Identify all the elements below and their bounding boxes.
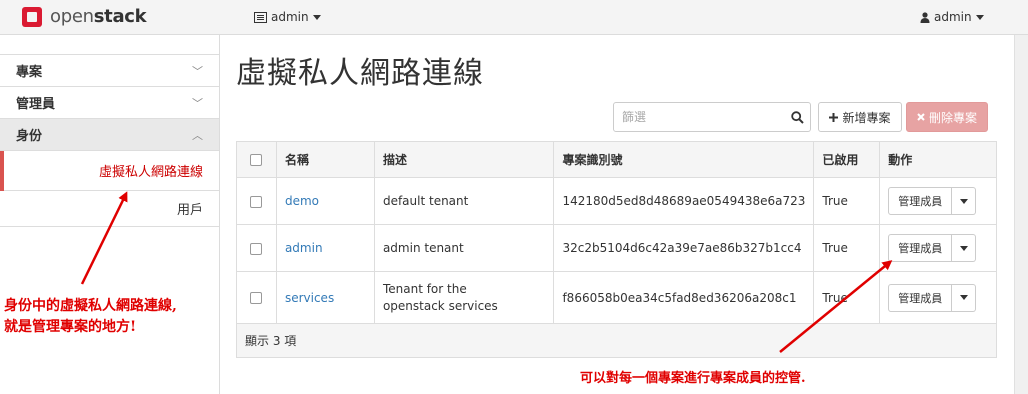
row-checkbox[interactable] <box>250 242 263 255</box>
project-description: admin tenant <box>373 224 555 272</box>
chevron-down-icon: ﹀ <box>192 96 203 110</box>
project-enabled: True <box>813 177 881 225</box>
table-row: services Tenant for the openstack servic… <box>236 271 997 324</box>
select-all-checkbox[interactable] <box>250 154 263 166</box>
filter-box <box>613 102 811 132</box>
create-project-label: 新增專案 <box>842 110 891 125</box>
sidebar-item-users[interactable]: 用戶 <box>0 191 219 227</box>
chevron-down-icon <box>312 14 321 20</box>
project-description: Tenant for the openstack services <box>373 271 555 324</box>
row-actions-dropdown[interactable] <box>952 234 977 262</box>
sidebar-section-label: 身份 <box>16 129 43 144</box>
table-row: admin admin tenant 32c2b5104d6c42a39e7ae… <box>236 224 997 272</box>
sidebar: 專案 ﹀ 管理員 ﹀ 身份 ︿ 虛擬私人網路連線 用戶 <box>0 35 220 394</box>
row-actions: 管理成員 <box>888 283 988 312</box>
project-id: f866058b0ea34c5fad8ed36206a208c1 <box>553 271 815 324</box>
delete-projects-button[interactable]: 刪除專案 <box>906 102 988 132</box>
table-footer-row: 顯示 3 項 <box>236 323 997 358</box>
project-description: default tenant <box>373 177 555 225</box>
annotation-left-line: 就是管理專案的地方! <box>4 319 137 335</box>
openstack-logo[interactable]: openstack <box>22 6 147 27</box>
chevron-down-icon <box>959 295 968 300</box>
row-actions: 管理成員 <box>888 234 988 262</box>
project-description-line: openstack services <box>382 298 498 313</box>
create-project-button[interactable]: 新增專案 <box>818 102 902 132</box>
project-name-link[interactable]: services <box>285 291 334 305</box>
manage-members-button[interactable]: 管理成員 <box>888 187 953 215</box>
project-list-icon <box>254 11 267 23</box>
manage-members-button[interactable]: 管理成員 <box>888 283 953 312</box>
annotation-right: 可以對每一個專案進行專案成員的控管. <box>580 371 806 386</box>
plus-icon <box>829 112 839 122</box>
sidebar-section-label: 管理員 <box>16 97 56 112</box>
project-description-line: Tenant for the <box>382 281 467 296</box>
table-item-count: 顯示 3 項 <box>236 323 997 358</box>
annotation-left-line: 身份中的虛擬私人網路連線, <box>4 298 177 314</box>
chevron-down-icon <box>959 245 968 251</box>
filter-input[interactable] <box>614 103 784 131</box>
table-row: demo default tenant 142180d5ed8d48689ae0… <box>236 177 997 225</box>
column-header-description[interactable]: 描述 <box>373 141 555 178</box>
delete-projects-label: 刪除專案 <box>928 110 977 125</box>
chevron-down-icon <box>975 14 984 20</box>
brand-prefix: open <box>50 6 94 27</box>
row-actions-dropdown[interactable] <box>952 283 977 312</box>
chevron-down-icon: ﹀ <box>192 64 203 78</box>
column-header-name[interactable]: 名稱 <box>275 141 375 178</box>
column-header-project-id[interactable]: 專案識別號 <box>553 141 815 178</box>
project-id: 32c2b5104d6c42a39e7ae86b327b1cc4 <box>553 224 815 272</box>
sidebar-item-label: 虛擬私人網路連線 <box>98 165 203 180</box>
sidebar-section-project[interactable]: 專案 ﹀ <box>0 55 219 87</box>
project-enabled: True <box>813 271 881 324</box>
top-navbar: openstack admin admin <box>0 0 1028 35</box>
openstack-logo-icon <box>22 6 42 27</box>
page-title: 虛擬私人網路連線 <box>236 56 484 91</box>
sidebar-section-admin[interactable]: 管理員 ﹀ <box>0 87 219 119</box>
table-header-row: 名稱 描述 專案識別號 已啟用 動作 <box>236 141 997 178</box>
vertical-scrollbar[interactable] <box>1014 35 1028 394</box>
column-header-actions: 動作 <box>879 141 997 178</box>
project-name-link[interactable]: admin <box>285 241 323 255</box>
project-enabled: True <box>813 224 881 272</box>
row-checkbox[interactable] <box>250 292 263 304</box>
user-icon <box>920 11 930 23</box>
brand-suffix: stack <box>93 6 147 27</box>
column-header-enabled[interactable]: 已啟用 <box>813 141 881 178</box>
project-id: 142180d5ed8d48689ae0549438e6a723 <box>553 177 815 225</box>
chevron-up-icon: ︿ <box>192 128 203 142</box>
sidebar-item-projects[interactable]: 虛擬私人網路連線 <box>0 151 219 191</box>
chevron-down-icon <box>959 198 968 204</box>
search-icon[interactable] <box>784 103 810 131</box>
close-icon <box>917 113 925 121</box>
sidebar-section-label: 專案 <box>16 65 43 80</box>
row-checkbox[interactable] <box>250 195 263 208</box>
user-menu[interactable]: admin <box>920 10 984 24</box>
project-switcher[interactable]: admin <box>254 10 321 24</box>
sidebar-section-identity[interactable]: 身份 ︿ <box>0 119 219 151</box>
row-actions: 管理成員 <box>888 187 988 215</box>
manage-members-button[interactable]: 管理成員 <box>888 234 953 262</box>
annotation-left: 身份中的虛擬私人網路連線, 就是管理專案的地方! <box>4 296 177 338</box>
project-name-link[interactable]: demo <box>285 194 319 208</box>
user-menu-label: admin <box>934 10 972 24</box>
row-actions-dropdown[interactable] <box>952 187 977 215</box>
projects-table: 名稱 描述 專案識別號 已啟用 動作 demo default tenant 1… <box>236 141 997 358</box>
project-switcher-label: admin <box>271 10 309 24</box>
sidebar-item-label: 用戶 <box>176 203 203 218</box>
